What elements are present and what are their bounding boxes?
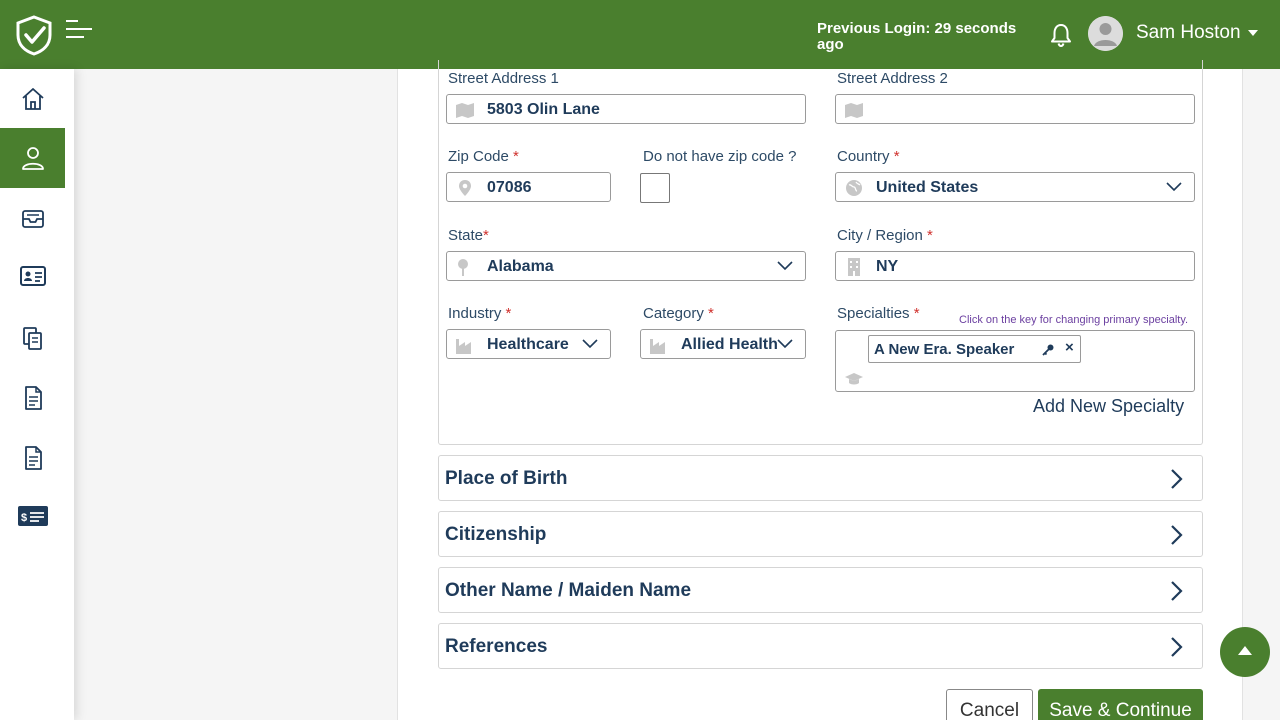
documents-icon [22, 327, 42, 350]
sidebar: $ [0, 69, 74, 720]
specialty-tag-label: A New Era. Speaker [874, 341, 1015, 358]
user-avatar-icon [1088, 16, 1123, 51]
country-label: Country * [837, 148, 900, 165]
no-zip-checkbox[interactable] [640, 173, 670, 203]
file-icon [24, 446, 42, 470]
sidebar-item-inbox[interactable] [0, 188, 65, 248]
sidebar-item-payments[interactable]: $ [0, 486, 65, 546]
previous-login-text: Previous Login: 29 seconds ago [817, 20, 1017, 53]
section-title: Other Name / Maiden Name [445, 580, 692, 601]
payment-card-icon: $ [17, 506, 48, 526]
sidebar-item-home[interactable] [0, 69, 65, 129]
shield-check-logo-icon[interactable] [14, 14, 54, 56]
zip-value: 07086 [487, 179, 532, 196]
zip-label: Zip Code * [448, 148, 519, 165]
specialties-label: Specialties * [837, 305, 920, 322]
references-section[interactable]: References [438, 623, 1203, 669]
zip-input[interactable]: 07086 [446, 172, 611, 202]
menu-toggle-icon[interactable] [64, 18, 94, 42]
add-new-specialty-link[interactable]: Add New Specialty [1033, 396, 1184, 417]
chevron-right-icon [1171, 469, 1183, 489]
scroll-to-top-button[interactable] [1220, 627, 1270, 677]
map-pin-icon [459, 180, 471, 196]
industry-select[interactable]: Healthcare [446, 329, 611, 359]
industry-value: Healthcare [487, 336, 569, 353]
city-value: NY [876, 258, 899, 275]
inbox-icon [21, 210, 44, 228]
sidebar-item-id-card[interactable] [0, 246, 65, 306]
category-label: Category * [643, 305, 714, 322]
specialties-input[interactable]: A New Era. Speaker × [835, 330, 1195, 392]
graduation-cap-icon [845, 373, 863, 385]
id-card-icon [19, 266, 46, 286]
street1-input[interactable]: 5803 Olin Lane [446, 94, 806, 124]
no-zip-label: Do not have zip code ? [643, 148, 797, 165]
globe-icon [846, 180, 862, 196]
arrow-up-icon [1238, 646, 1252, 655]
primary-specialty-hint: Click on the key for changing primary sp… [959, 314, 1189, 326]
city-input[interactable]: NY [835, 251, 1195, 281]
map-icon [845, 103, 863, 118]
citizenship-section[interactable]: Citizenship [438, 511, 1203, 557]
map-icon [456, 103, 474, 118]
city-label: City / Region * [837, 227, 933, 244]
pushpin-icon [458, 259, 468, 276]
file-icon [24, 386, 42, 410]
section-title: Place of Birth [445, 468, 568, 489]
building-icon [848, 258, 860, 276]
sidebar-item-documents[interactable] [0, 308, 65, 368]
sidebar-item-file-2[interactable] [0, 428, 65, 488]
state-value: Alabama [487, 258, 554, 275]
street1-label: Street Address 1 [448, 70, 559, 87]
category-select[interactable]: Allied Health [640, 329, 806, 359]
chevron-down-icon [582, 339, 598, 349]
place-of-birth-section[interactable]: Place of Birth [438, 455, 1203, 501]
user-menu-caret-icon[interactable] [1248, 30, 1258, 36]
state-select[interactable]: Alabama [446, 251, 806, 281]
chevron-right-icon [1171, 581, 1183, 601]
sidebar-item-file-1[interactable] [0, 368, 65, 428]
avatar[interactable] [1088, 16, 1123, 51]
bell-icon[interactable] [1048, 22, 1074, 48]
other-name-section[interactable]: Other Name / Maiden Name [438, 567, 1203, 613]
specialty-tag[interactable]: A New Era. Speaker × [868, 335, 1081, 363]
home-icon [21, 88, 44, 110]
chevron-down-icon [777, 339, 793, 349]
factory-icon [456, 339, 471, 354]
factory-icon [650, 339, 665, 354]
street1-value: 5803 Olin Lane [487, 101, 600, 118]
industry-label: Industry * [448, 305, 512, 322]
category-value: Allied Health [681, 336, 778, 353]
svg-text:$: $ [21, 512, 27, 524]
chevron-down-icon [777, 261, 793, 271]
country-value: United States [876, 179, 979, 196]
state-label: State* [448, 227, 489, 244]
chevron-right-icon [1171, 637, 1183, 657]
top-bar: Previous Login: 29 seconds ago Sam Hosto… [0, 0, 1280, 69]
chevron-down-icon [1166, 182, 1182, 192]
sidebar-item-profile[interactable] [0, 128, 65, 188]
street2-input[interactable] [835, 94, 1195, 124]
section-title: References [445, 636, 548, 657]
key-icon[interactable] [1042, 344, 1054, 356]
remove-specialty-button[interactable]: × [1065, 339, 1074, 356]
street2-label: Street Address 2 [837, 70, 948, 87]
save-continue-button[interactable]: Save & Continue [1038, 689, 1203, 720]
user-name[interactable]: Sam Hoston [1136, 22, 1241, 44]
section-title: Citizenship [445, 524, 547, 545]
user-icon [21, 147, 44, 170]
chevron-right-icon [1171, 525, 1183, 545]
country-select[interactable]: United States [835, 172, 1195, 202]
cancel-button[interactable]: Cancel [946, 689, 1033, 720]
